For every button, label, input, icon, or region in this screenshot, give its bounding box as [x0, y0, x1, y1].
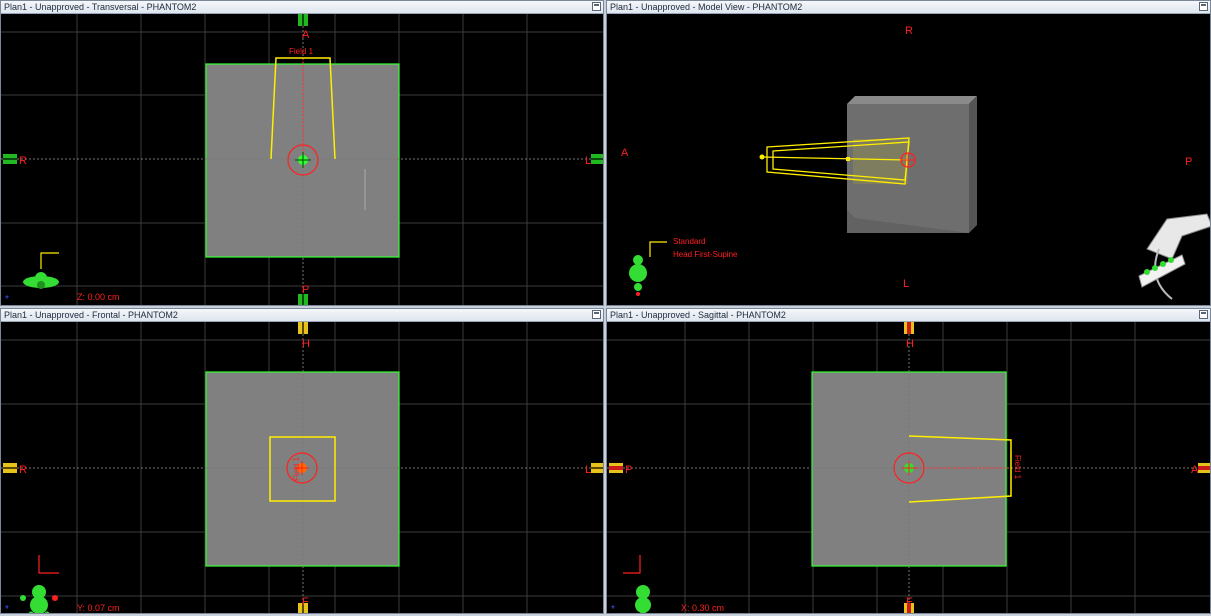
orientation-standard-text: Standard: [673, 237, 705, 246]
sagittal-title: Plan1 - Unapproved - Sagittal - PHANTOM2: [610, 310, 786, 320]
orientation-label-right: P: [1185, 156, 1192, 168]
frontal-canvas[interactable]: Field 1 H F R L * Y: 0.07 cm: [1, 322, 604, 614]
orientation-label-top: H: [906, 338, 914, 350]
model-view-pane[interactable]: Plan1 - Unapproved - Model View - PHANTO…: [606, 0, 1211, 306]
axis-star-icon: *: [5, 604, 9, 614]
orientation-label-left: P: [625, 464, 632, 476]
beam-source: [759, 154, 765, 160]
maximize-icon[interactable]: [1199, 310, 1208, 319]
frontal-titlebar[interactable]: Plan1 - Unapproved - Frontal - PHANTOM2: [1, 309, 603, 322]
orientation-label-top: H: [302, 338, 310, 350]
orientation-label-bottom: F: [906, 596, 913, 608]
sagittal-titlebar[interactable]: Plan1 - Unapproved - Sagittal - PHANTOM2: [607, 309, 1210, 322]
transversal-titlebar[interactable]: Plan1 - Unapproved - Transversal - PHANT…: [1, 1, 603, 14]
field-label: Field 1: [289, 47, 314, 56]
model-title: Plan1 - Unapproved - Model View - PHANTO…: [610, 2, 803, 12]
slice-coordinate: Y: 0.07 cm: [77, 603, 120, 613]
slice-coordinate: Z: 0.00 cm: [77, 292, 120, 302]
patient-orientation-icon: [23, 252, 59, 289]
patient-orientation-icon: [623, 555, 651, 613]
orientation-label-top: A: [302, 29, 310, 41]
orientation-label-bottom: F: [302, 596, 309, 608]
orientation-label-bottom: L: [903, 278, 909, 290]
transversal-canvas[interactable]: Field 1 A P R L * Z: 0.00 cm: [1, 14, 604, 306]
model-titlebar[interactable]: Plan1 - Unapproved - Model View - PHANTO…: [607, 1, 1210, 14]
orientation-label-right: A: [1191, 464, 1199, 476]
sagittal-canvas[interactable]: Field 1 H F P A * X: 0.30 cm: [607, 322, 1211, 614]
viewport-grid: Plan1 - Unapproved - Transversal - PHANT…: [0, 0, 1211, 616]
maximize-icon[interactable]: [592, 310, 601, 319]
axis-star-icon: *: [611, 604, 615, 614]
field-label: Field 1: [1013, 455, 1022, 480]
orientation-label-left: A: [621, 147, 629, 159]
sagittal-view-pane[interactable]: Plan1 - Unapproved - Sagittal - PHANTOM2: [606, 308, 1211, 614]
maximize-icon[interactable]: [1199, 2, 1208, 11]
patient-orientation-icon: [629, 241, 667, 296]
orientation-label-top: R: [905, 25, 913, 37]
linac-gantry-icon[interactable]: [1138, 213, 1211, 300]
patient-orientation-icon: [20, 555, 59, 613]
model-canvas[interactable]: R L A P Standard Head First-Supine: [607, 14, 1211, 306]
orientation-label-bottom: P: [302, 284, 309, 296]
field-label: Field 1: [292, 456, 301, 481]
transversal-view-pane[interactable]: Plan1 - Unapproved - Transversal - PHANT…: [0, 0, 604, 306]
transversal-title: Plan1 - Unapproved - Transversal - PHANT…: [4, 2, 197, 12]
orientation-label-right: L: [585, 155, 591, 167]
axis-star-icon: *: [5, 294, 9, 305]
orientation-label-left: R: [19, 155, 27, 167]
slice-coordinate: X: 0.30 cm: [681, 603, 724, 613]
frontal-title: Plan1 - Unapproved - Frontal - PHANTOM2: [4, 310, 178, 320]
orientation-label-right: L: [585, 464, 591, 476]
frontal-view-pane[interactable]: Plan1 - Unapproved - Frontal - PHANTOM2: [0, 308, 604, 614]
orientation-position-text: Head First-Supine: [673, 250, 738, 259]
orientation-label-left: R: [19, 464, 27, 476]
maximize-icon[interactable]: [592, 2, 601, 11]
